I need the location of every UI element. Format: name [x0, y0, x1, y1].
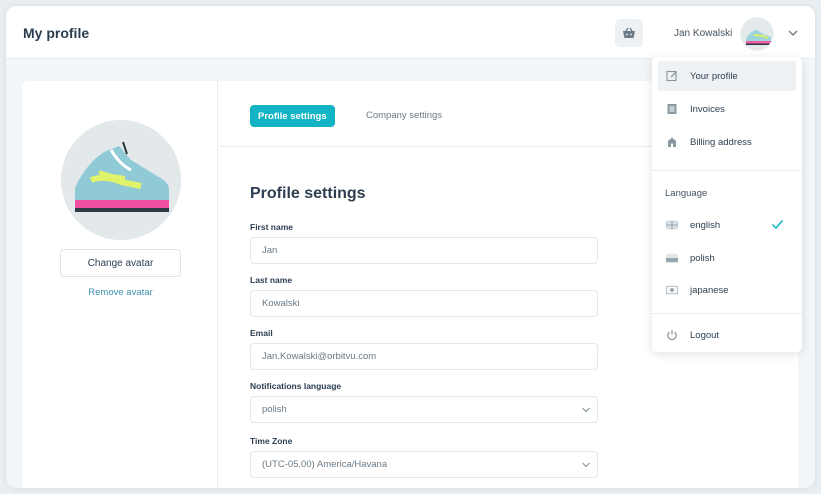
menu-item-logout[interactable]: Logout — [658, 320, 796, 350]
tab-profile-settings[interactable]: Profile settings — [250, 105, 335, 127]
last-name-input[interactable]: Kowalski — [250, 290, 598, 317]
last-name-value: Kowalski — [262, 298, 300, 309]
basket-button[interactable] — [615, 19, 643, 47]
time-zone-select[interactable]: (UTC-05.00) America/Havana — [250, 451, 598, 478]
menu-item-label: english — [690, 219, 721, 231]
last-name-label: Last name — [250, 275, 293, 285]
shoe-avatar-image — [61, 120, 181, 240]
change-avatar-button[interactable]: Change avatar — [60, 249, 181, 277]
email-label: Email — [250, 328, 273, 338]
user-menu-dropdown: Your profile Invoices Billing address La… — [652, 57, 802, 352]
menu-item-label: Billing address — [690, 136, 752, 148]
basket-icon — [623, 27, 635, 38]
chevron-down-icon[interactable] — [787, 28, 799, 38]
menu-divider — [652, 313, 802, 314]
time-zone-label: Time Zone — [250, 436, 293, 446]
user-avatar[interactable] — [740, 17, 774, 51]
menu-item-label: japanese — [690, 284, 729, 296]
notifications-language-select[interactable]: polish — [250, 396, 598, 423]
time-zone-value: (UTC-05.00) America/Havana — [262, 459, 388, 470]
language-heading: Language — [665, 188, 708, 199]
form-title: Profile settings — [250, 185, 366, 202]
chevron-down-icon — [582, 462, 590, 468]
menu-divider — [652, 170, 802, 171]
page-title: My profile — [23, 25, 90, 41]
flag-jp-icon — [666, 284, 678, 296]
notifications-language-value: polish — [262, 404, 287, 415]
menu-item-billing-address[interactable]: Billing address — [658, 127, 796, 157]
first-name-label: First name — [250, 222, 293, 232]
avatar-panel: Change avatar Remove avatar — [22, 81, 218, 488]
check-icon — [771, 220, 784, 230]
notifications-language-label: Notifications language — [250, 381, 342, 391]
menu-item-label: Invoices — [690, 103, 725, 115]
menu-item-label: Logout — [690, 329, 720, 341]
app-frame: My profile Jan Kowalski Change avatar Re… — [6, 6, 815, 488]
first-name-value: Jan — [262, 245, 278, 256]
edit-icon — [666, 70, 678, 82]
menu-item-label: polish — [690, 252, 715, 264]
menu-item-your-profile[interactable]: Your profile — [658, 61, 796, 91]
chevron-down-icon — [582, 407, 590, 413]
flag-uk-icon — [666, 219, 678, 231]
email-value: Jan.Kowalski@orbitvu.com — [262, 351, 377, 362]
user-name[interactable]: Jan Kowalski — [674, 28, 732, 39]
shoe-avatar-image — [741, 18, 773, 50]
menu-item-label: Your profile — [690, 70, 738, 82]
remove-avatar-link[interactable]: Remove avatar — [60, 287, 181, 298]
invoice-icon — [666, 103, 678, 115]
power-icon — [666, 329, 678, 341]
menu-item-english[interactable]: english — [658, 210, 796, 240]
first-name-input[interactable]: Jan — [250, 237, 598, 264]
flag-pl-icon — [666, 252, 678, 264]
home-icon — [666, 136, 678, 148]
profile-avatar — [61, 120, 181, 240]
tab-company-settings[interactable]: Company settings — [366, 110, 442, 121]
menu-item-japanese[interactable]: japanese — [658, 275, 796, 305]
menu-item-polish[interactable]: polish — [658, 243, 796, 273]
email-input[interactable]: Jan.Kowalski@orbitvu.com — [250, 343, 598, 370]
top-bar: My profile Jan Kowalski — [6, 6, 815, 59]
menu-item-invoices[interactable]: Invoices — [658, 94, 796, 124]
